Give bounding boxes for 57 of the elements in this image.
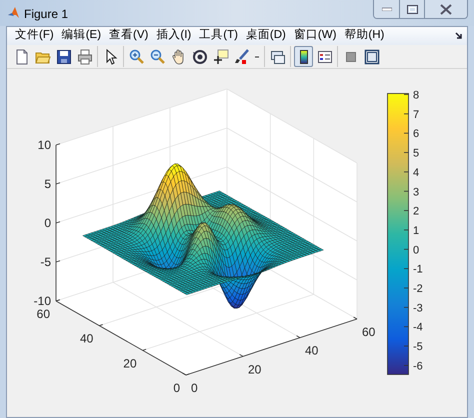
axis-tick-label: 40 xyxy=(80,332,94,346)
colorbar-tick-label: 6 xyxy=(413,128,420,140)
rotate-icon xyxy=(192,48,208,64)
maximize-icon xyxy=(406,4,418,14)
colorbar-tick-label: 8 xyxy=(413,90,420,102)
axis-tick-label: 0 xyxy=(173,381,180,395)
menu-item[interactable]: 窗口(W) xyxy=(290,30,340,42)
windows-icon xyxy=(270,48,286,64)
colorbar-tick-label: -1 xyxy=(413,264,423,276)
menu-item[interactable]: 文件(F) xyxy=(11,30,58,42)
colorbar-button[interactable] xyxy=(294,46,313,67)
axis-tick-label: 5 xyxy=(44,177,51,191)
window-title: Figure 1 xyxy=(24,6,68,23)
dock-arrow-icon[interactable] xyxy=(455,32,463,40)
axis-tick-label: 0 xyxy=(191,381,198,395)
menu-item[interactable]: 编辑(E) xyxy=(58,30,106,42)
colorbar-tick-label: 5 xyxy=(413,148,420,160)
menu-item[interactable]: 查看(V) xyxy=(105,30,152,42)
colorbar-tick-label: -4 xyxy=(413,322,423,334)
frame-icon xyxy=(364,48,380,64)
colorbar-tick-label: 1 xyxy=(413,224,420,237)
brush-icon xyxy=(234,48,250,64)
colorbar-tick-label: -5 xyxy=(413,341,423,354)
colorbar-tick-label: 3 xyxy=(413,186,420,198)
axis-tick-label: -10 xyxy=(34,294,51,308)
axis-tick-label: 10 xyxy=(38,138,51,152)
legend-icon xyxy=(316,48,332,64)
colorbar-tick-label: 4 xyxy=(413,166,420,179)
app-logo-icon xyxy=(7,6,20,19)
axis-tick-label: 20 xyxy=(248,362,262,376)
dash-icon xyxy=(255,56,259,58)
axis-tick-label: -5 xyxy=(40,255,51,269)
menu-item[interactable]: 桌面(D) xyxy=(242,30,290,42)
zoom-in-icon xyxy=(128,48,144,64)
colorbar-tick-label: -2 xyxy=(413,283,423,295)
colorbar-tick-label: -3 xyxy=(413,302,423,314)
colorbar-tick-label: -6 xyxy=(413,360,423,372)
axis-tick-label: 60 xyxy=(362,325,376,339)
axis-tick-label: 40 xyxy=(305,344,318,358)
menu-item[interactable]: 插入(I) xyxy=(152,30,196,42)
document-icon xyxy=(14,48,30,64)
zoom-out-icon xyxy=(150,48,166,64)
axis-tick-label: 20 xyxy=(123,356,137,370)
axis-tick-label: 60 xyxy=(36,307,50,321)
maximize-button[interactable] xyxy=(400,0,425,18)
minimize-icon xyxy=(382,7,392,11)
data-cursor-icon xyxy=(212,48,228,64)
axis-tick-label: 0 xyxy=(44,216,51,230)
printer-icon xyxy=(76,48,92,64)
menu-item[interactable]: 工具(T) xyxy=(195,30,242,42)
close-button[interactable] xyxy=(425,0,467,18)
close-icon xyxy=(440,4,452,14)
hand-icon xyxy=(170,48,186,64)
colorbar-tick-label: 2 xyxy=(413,206,420,218)
menu-item[interactable]: 帮助(H) xyxy=(340,30,388,42)
colorbar-tick-label: 0 xyxy=(413,244,420,256)
colorbar-tick-label: 7 xyxy=(413,108,420,121)
